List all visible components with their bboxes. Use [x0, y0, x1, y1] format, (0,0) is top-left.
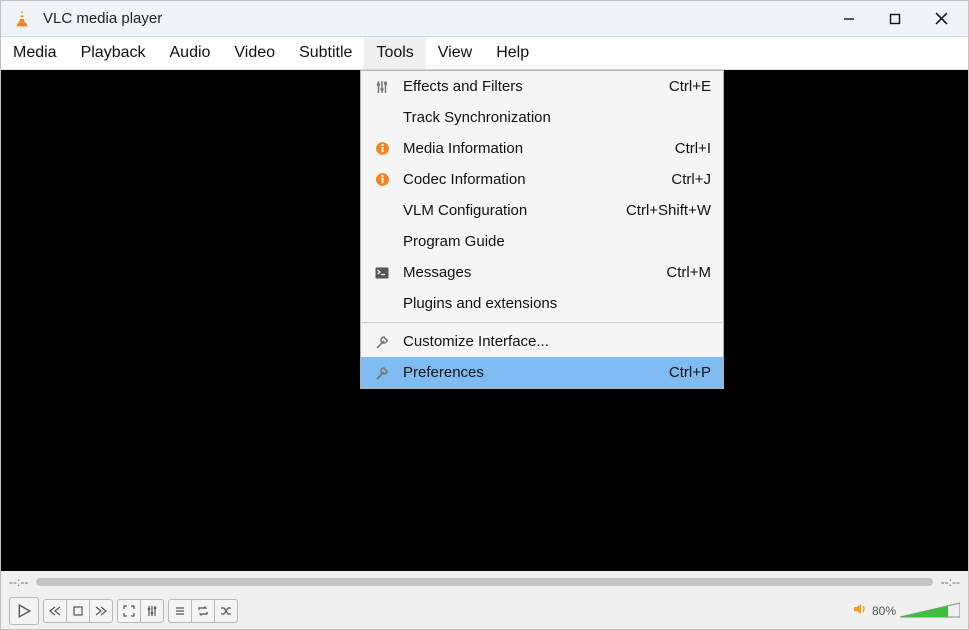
previous-button[interactable] [44, 600, 66, 622]
menu-item-codec-information[interactable]: Codec InformationCtrl+J [361, 164, 723, 195]
menu-item-program-guide[interactable]: Program Guide [361, 226, 723, 257]
menu-item-shortcut: Ctrl+P [669, 364, 711, 381]
menu-item-shortcut: Ctrl+I [675, 140, 711, 157]
video-area: Effects and FiltersCtrl+E Track Synchroni… [1, 70, 968, 571]
remaining-time: --:-- [941, 575, 960, 589]
menu-item-track-synchronization[interactable]: Track Synchronization [361, 102, 723, 133]
tools-dropdown: Effects and FiltersCtrl+E Track Synchroni… [360, 70, 724, 389]
menu-item-label: Customize Interface... [403, 333, 711, 350]
play-button[interactable] [10, 598, 38, 624]
menu-item-shortcut: Ctrl+M [666, 264, 711, 281]
menu-item-shortcut: Ctrl+Shift+W [626, 202, 711, 219]
info-icon [371, 172, 393, 187]
sliders-icon [371, 80, 393, 94]
seek-bar-row: --:-- --:-- [1, 571, 968, 593]
menu-item-effects-and-filters[interactable]: Effects and FiltersCtrl+E [361, 71, 723, 102]
menu-item-media-information[interactable]: Media InformationCtrl+I [361, 133, 723, 164]
minimize-button[interactable] [826, 4, 872, 34]
menu-item-label: Codec Information [403, 171, 671, 188]
dropdown-separator [362, 322, 722, 323]
menu-help[interactable]: Help [484, 37, 541, 69]
playlist-button[interactable] [169, 600, 191, 622]
menu-item-label: Messages [403, 264, 666, 281]
close-button[interactable] [918, 4, 964, 34]
menu-item-label: Media Information [403, 140, 675, 157]
speaker-icon[interactable] [852, 601, 868, 622]
window-title: VLC media player [43, 10, 826, 27]
controls-bar: 80% [1, 593, 968, 629]
menu-item-shortcut: Ctrl+E [669, 78, 711, 95]
menu-bar: MediaPlaybackAudioVideoSubtitleToolsView… [1, 37, 968, 70]
next-button[interactable] [90, 600, 112, 622]
wrench-icon [371, 366, 393, 380]
shuffle-button[interactable] [215, 600, 237, 622]
maximize-button[interactable] [872, 4, 918, 34]
title-bar: VLC media player [1, 1, 968, 37]
menu-item-label: Preferences [403, 364, 669, 381]
menu-playback[interactable]: Playback [69, 37, 158, 69]
menu-item-label: Plugins and extensions [403, 295, 711, 312]
elapsed-time: --:-- [9, 575, 28, 589]
wrench-icon [371, 335, 393, 349]
menu-item-preferences[interactable]: PreferencesCtrl+P [361, 357, 723, 388]
menu-view[interactable]: View [426, 37, 484, 69]
terminal-icon [371, 267, 393, 279]
menu-item-label: VLM Configuration [403, 202, 626, 219]
info-icon [371, 141, 393, 156]
menu-item-label: Track Synchronization [403, 109, 711, 126]
volume-slider[interactable] [900, 601, 960, 621]
menu-subtitle[interactable]: Subtitle [287, 37, 364, 69]
volume-percent: 80% [872, 604, 896, 618]
extended-settings-button[interactable] [141, 600, 163, 622]
menu-item-shortcut: Ctrl+J [671, 171, 711, 188]
menu-item-plugins-and-extensions[interactable]: Plugins and extensions [361, 288, 723, 319]
menu-tools[interactable]: Tools [364, 37, 425, 69]
loop-button[interactable] [192, 600, 214, 622]
fullscreen-button[interactable] [118, 600, 140, 622]
stop-button[interactable] [67, 600, 89, 622]
volume-control: 80% [852, 601, 960, 622]
menu-media[interactable]: Media [1, 37, 69, 69]
window-controls [826, 4, 964, 34]
menu-audio[interactable]: Audio [158, 37, 223, 69]
menu-item-customize-interface[interactable]: Customize Interface... [361, 326, 723, 357]
menu-item-label: Program Guide [403, 233, 711, 250]
menu-item-vlm-configuration[interactable]: VLM ConfigurationCtrl+Shift+W [361, 195, 723, 226]
app-window: VLC media player MediaPlaybackAudioVideo… [0, 0, 969, 630]
menu-item-label: Effects and Filters [403, 78, 669, 95]
menu-item-messages[interactable]: MessagesCtrl+M [361, 257, 723, 288]
seek-slider[interactable] [36, 578, 932, 586]
vlc-cone-icon [11, 8, 33, 30]
menu-video[interactable]: Video [222, 37, 287, 69]
